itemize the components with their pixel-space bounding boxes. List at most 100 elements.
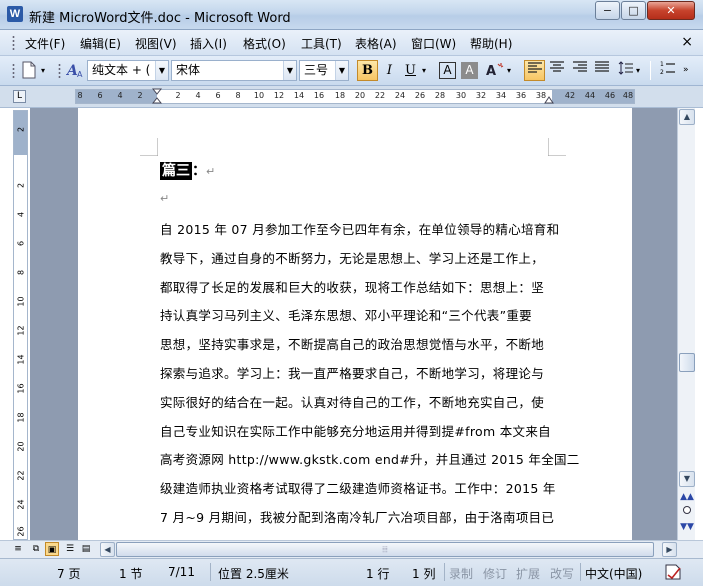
scroll-right-button[interactable]: ▶ (662, 542, 677, 557)
document-heading[interactable]: 篇三 ：↵ (160, 160, 215, 180)
toolbar-options-chevron-icon[interactable]: ▾ (41, 60, 51, 81)
font-combo[interactable]: 宋体 ▼ (171, 60, 297, 81)
horizontal-scroll-thumb[interactable]: ⦙⦙⦙ (116, 542, 654, 557)
justify-button[interactable] (591, 60, 612, 81)
document-body[interactable]: 自 2015 年 07 月参加工作至今已四年有余，在单位领导的精心培育和 教导下… (160, 216, 579, 533)
status-record-macro[interactable]: 录制 (449, 565, 473, 582)
word-app-icon[interactable]: W (7, 6, 23, 22)
align-right-icon (572, 61, 587, 72)
numbering-button[interactable]: 12 (657, 60, 678, 81)
text-line: 持认真学习马列主义、毛泽东思想、邓小平理论和“三个代表”重要 (160, 308, 532, 324)
ruler-number: 6 (215, 91, 221, 100)
outline-view-icon[interactable]: ☰ (63, 542, 77, 556)
numbered-list-icon: 12 (660, 61, 675, 76)
ruler-number: 34 (495, 91, 507, 100)
title-bar: W 新建 MicroWord文件.doc - Microsoft Word − … (0, 0, 703, 30)
line-spacing-button[interactable] (615, 60, 636, 81)
vertical-ruler[interactable]: 2 2 4 6 8 10 12 14 16 18 20 22 24 26 (13, 110, 28, 540)
ruler-number: 2 (137, 91, 143, 100)
menu-file[interactable]: 文件(F) (25, 35, 65, 52)
horizontal-ruler[interactable]: 8 6 4 2 2 4 6 8 10 12 14 16 18 20 22 24 … (75, 88, 635, 104)
text-line: 自 2015 年 07 月参加工作至今已四年有余，在单位领导的精心培育和 (160, 222, 560, 237)
chevron-down-icon[interactable]: ▼ (283, 61, 296, 80)
ruler-number: 14 (293, 91, 305, 100)
right-indent-marker[interactable] (544, 94, 554, 104)
scroll-down-button[interactable]: ▼ (679, 471, 695, 487)
heading-selected-text[interactable]: 篇三 (160, 162, 192, 180)
align-right-button[interactable] (569, 60, 590, 81)
character-border-button[interactable]: A (439, 62, 456, 79)
document-page[interactable]: 篇三 ：↵ ↵ 自 2015 年 07 月参加工作至今已四年有余，在单位领导的精心… (78, 108, 632, 540)
underline-chevron-icon[interactable]: ▾ (422, 60, 432, 81)
text-effects-icon[interactable]: A (484, 60, 506, 81)
menu-format[interactable]: 格式(O) (243, 35, 286, 52)
new-document-icon[interactable] (20, 60, 40, 81)
vruler-number: 12 (16, 325, 26, 336)
document-close-icon[interactable]: × (681, 34, 693, 50)
next-page-button[interactable]: ▼▼ (679, 520, 695, 536)
character-shading-button[interactable]: A (461, 62, 478, 79)
vruler-number: 2 (16, 126, 26, 133)
spelling-grammar-status-icon[interactable] (663, 563, 683, 584)
toolbar-overflow-icon[interactable]: » (683, 60, 695, 81)
horizontal-scrollbar[interactable]: ◀ ⦙⦙⦙ ▶ (100, 542, 678, 557)
vertical-scroll-thumb[interactable] (679, 353, 695, 372)
menu-help[interactable]: 帮助(H) (470, 35, 512, 52)
menu-window[interactable]: 窗口(W) (411, 35, 456, 52)
minimize-button[interactable]: − (595, 1, 620, 20)
ruler-number: 4 (117, 91, 123, 100)
margin-corner-mark (548, 138, 566, 156)
toolbar-grip-handle-2[interactable] (58, 63, 61, 79)
align-center-button[interactable] (546, 60, 567, 81)
document-area: 篇三 ：↵ ↵ 自 2015 年 07 月参加工作至今已四年有余，在单位领导的精心… (30, 108, 677, 540)
vertical-scrollbar[interactable]: ▲ ▼ ▲▲ ▼▼ (677, 108, 695, 540)
status-extend-selection[interactable]: 扩展 (516, 565, 540, 582)
ruler-number: 24 (394, 91, 406, 100)
menu-insert[interactable]: 插入(I) (190, 35, 227, 52)
bold-button[interactable]: B (357, 60, 378, 81)
status-track-changes[interactable]: 修订 (483, 565, 507, 582)
menu-tools[interactable]: 工具(T) (301, 35, 342, 52)
ruler-number: 10 (253, 91, 265, 100)
chevron-down-icon[interactable]: ▼ (335, 61, 348, 80)
vruler-number: 18 (16, 412, 26, 423)
ruler-number: 46 (604, 91, 616, 100)
chevron-down-icon[interactable]: ▼ (155, 61, 168, 80)
style-combo[interactable]: 纯文本 + ( ▼ (87, 60, 169, 81)
first-line-indent-marker[interactable] (152, 88, 162, 104)
ruler-number: 48 (622, 91, 634, 100)
align-left-icon (527, 62, 542, 73)
previous-page-button[interactable]: ▲▲ (679, 490, 695, 506)
normal-view-icon[interactable]: ≡ (11, 542, 25, 556)
font-value: 宋体 (176, 63, 201, 77)
underline-button[interactable]: U (400, 60, 421, 81)
status-overtype[interactable]: 改写 (550, 565, 574, 582)
scroll-left-button[interactable]: ◀ (100, 542, 115, 557)
align-left-button[interactable] (524, 60, 545, 81)
menu-grip-handle[interactable] (12, 35, 15, 51)
ruler-number: 8 (235, 91, 241, 100)
line-spacing-chevron-icon[interactable]: ▾ (636, 60, 646, 81)
italic-button[interactable]: I (379, 60, 400, 81)
toolbar-grip-handle[interactable] (12, 63, 15, 79)
vruler-number: 6 (16, 240, 26, 247)
print-layout-view-icon[interactable]: ▣ (45, 542, 59, 556)
reading-layout-view-icon[interactable]: ▤ (79, 542, 93, 556)
ruler-number: 26 (414, 91, 426, 100)
menu-edit[interactable]: 编辑(E) (80, 35, 121, 52)
tab-selector-button[interactable]: L (13, 90, 26, 103)
status-language[interactable]: 中文(中国) (585, 565, 642, 582)
menu-view[interactable]: 视图(V) (135, 35, 177, 52)
menu-table[interactable]: 表格(A) (355, 35, 397, 52)
vruler-number: 14 (16, 354, 26, 365)
font-size-combo[interactable]: 三号 ▼ (299, 60, 349, 81)
web-layout-view-icon[interactable]: ⧉ (29, 542, 43, 556)
text-line: 都取得了长足的发展和巨大的收获，现将工作总结如下：思想上：坚 (160, 279, 545, 295)
scroll-up-button[interactable]: ▲ (679, 109, 695, 125)
status-position: 位置 2.5厘米 (218, 567, 289, 581)
maximize-button[interactable]: □ (621, 1, 646, 20)
text-effects-chevron-icon[interactable]: ▾ (507, 60, 517, 81)
styles-icon[interactable]: AA (65, 60, 86, 81)
select-browse-object-button[interactable] (679, 505, 695, 521)
close-window-button[interactable]: ✕ (647, 1, 695, 20)
